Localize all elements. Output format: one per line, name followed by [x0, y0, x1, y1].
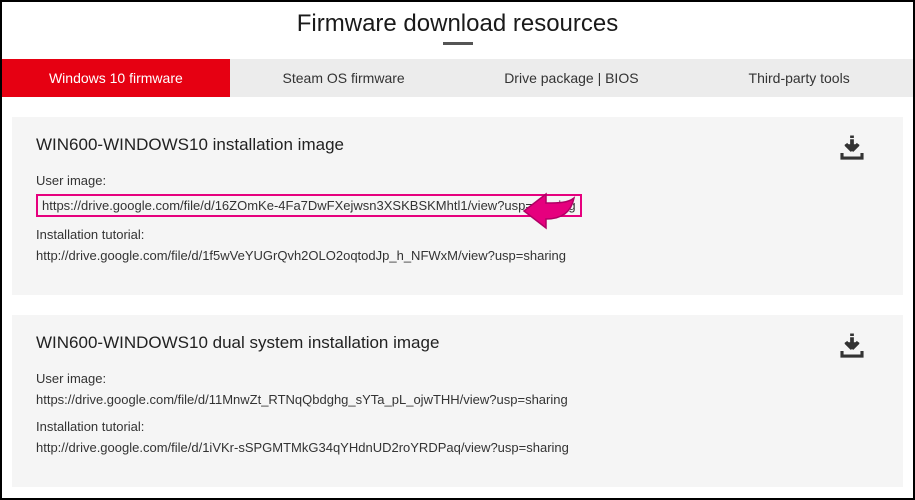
card-title: WIN600-WINDOWS10 dual system installatio…	[36, 333, 879, 353]
download-card: WIN600-WINDOWS10 dual system installatio…	[12, 315, 903, 487]
download-card: WIN600-WINDOWS10 installation image User…	[12, 117, 903, 295]
user-image-url-highlighted[interactable]: https://drive.google.com/file/d/16ZOmKe-…	[36, 194, 582, 217]
user-image-label: User image:	[36, 371, 879, 386]
tab-steamos-firmware[interactable]: Steam OS firmware	[230, 59, 458, 97]
tab-bar: Windows 10 firmware Steam OS firmware Dr…	[2, 59, 913, 97]
card-title: WIN600-WINDOWS10 installation image	[36, 135, 879, 155]
tutorial-url[interactable]: http://drive.google.com/file/d/1iVKr-sSP…	[36, 440, 879, 455]
page-title: Firmware download resources	[2, 2, 913, 42]
tutorial-url[interactable]: http://drive.google.com/file/d/1f5wVeYUG…	[36, 248, 879, 263]
tab-windows10-firmware[interactable]: Windows 10 firmware	[2, 59, 230, 97]
download-icon[interactable]	[837, 331, 867, 366]
tutorial-label: Installation tutorial:	[36, 227, 879, 242]
user-image-label: User image:	[36, 173, 879, 188]
tab-third-party-tools[interactable]: Third-party tools	[685, 59, 913, 97]
download-icon[interactable]	[837, 133, 867, 168]
title-underline	[443, 42, 473, 45]
tutorial-label: Installation tutorial:	[36, 419, 879, 434]
tab-drive-package-bios[interactable]: Drive package | BIOS	[458, 59, 686, 97]
user-image-url[interactable]: https://drive.google.com/file/d/11MnwZt_…	[36, 392, 879, 407]
